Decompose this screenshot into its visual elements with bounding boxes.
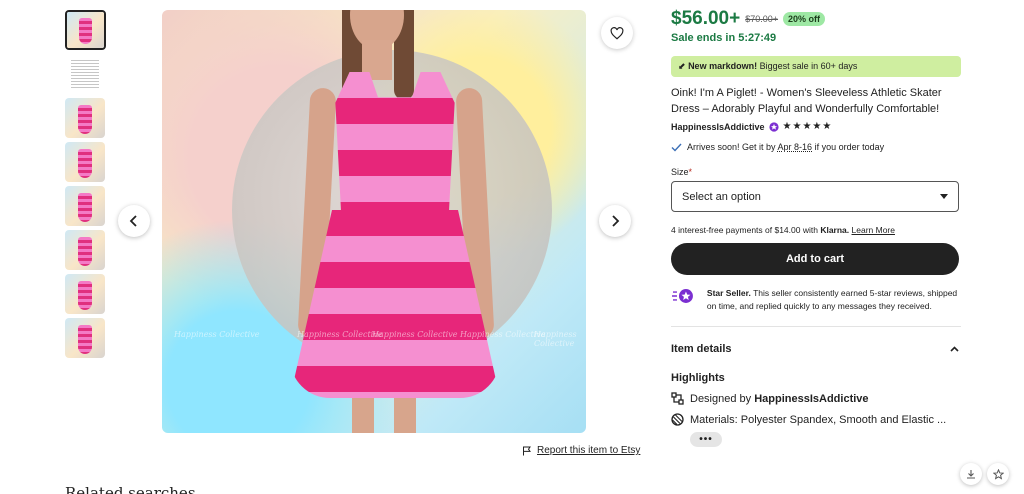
delivery-dates[interactable]: Apr 8-16 — [778, 142, 813, 152]
checkmark-icon — [671, 143, 682, 152]
star-icon — [992, 468, 1004, 480]
heart-icon — [610, 26, 624, 40]
tag-icon: ⬋ — [678, 61, 686, 71]
markdown-banner: ⬋ New markdown! Biggest sale in 60+ days — [671, 56, 961, 77]
star-seller-badge-icon — [768, 121, 779, 132]
thumbnail-list — [65, 10, 107, 362]
caret-down-icon — [940, 194, 948, 199]
sale-price: $56.00+ — [671, 8, 741, 29]
klarna-learn-more-link[interactable]: Learn More — [852, 225, 895, 235]
item-details-heading: Item details — [671, 343, 732, 355]
highlights-heading: Highlights — [671, 372, 725, 384]
thumbnail-6[interactable] — [65, 230, 105, 270]
add-to-cart-button[interactable]: Add to cart — [671, 243, 959, 275]
watermark: Happiness Collective — [534, 330, 577, 348]
size-select[interactable]: Select an option — [671, 181, 959, 212]
thumbnail-4[interactable] — [65, 142, 105, 182]
more-button[interactable]: ••• — [690, 432, 722, 447]
divider — [671, 326, 961, 327]
next-image-button[interactable] — [599, 205, 631, 237]
rating-stars[interactable]: ★★★★★ — [783, 121, 833, 132]
klarna-text: 4 interest-free payments of $14.00 with — [671, 225, 821, 235]
designer-name: HappinessIsAddictive — [754, 392, 869, 405]
watermark: Happiness Collective — [460, 330, 546, 339]
thumbnail-2[interactable] — [65, 54, 105, 94]
delivery-estimate: Arrives soon! Get it by Apr 8-16 if you … — [671, 142, 961, 152]
price-row: $56.00+ $70.00+ 20% off — [671, 8, 961, 30]
klarna-brand: Klarna. — [820, 225, 850, 235]
materials-text: Materials: Polyester Spandex, Smooth and… — [690, 413, 947, 426]
thumbnail-8[interactable] — [65, 318, 105, 358]
watermark: Happiness Collective — [297, 330, 383, 339]
star-seller-info: Star Seller. This seller consistently ea… — [671, 287, 961, 312]
designed-by-row: Designed by HappinessIsAddictive — [671, 392, 961, 405]
main-product-image[interactable]: Happiness Collective Happiness Collectiv… — [162, 10, 586, 433]
size-label-text: Size — [671, 167, 689, 177]
materials-icon — [671, 413, 684, 426]
report-item-label: Report this item to Etsy — [537, 445, 641, 456]
bookmark-star-button[interactable] — [987, 463, 1009, 485]
required-marker: * — [688, 167, 693, 177]
favorite-button[interactable] — [601, 17, 633, 49]
related-searches-heading: Related searches — [65, 484, 196, 494]
arrives-prefix: Arrives soon! Get it by — [687, 142, 778, 152]
thumbnail-5[interactable] — [65, 186, 105, 226]
report-item-link[interactable]: Report this item to Etsy — [522, 445, 640, 456]
star-seller-description: Star Seller. This seller consistently ea… — [707, 287, 961, 312]
watermark: Happiness Collective — [372, 330, 458, 339]
item-details-toggle[interactable]: Item details — [671, 343, 959, 355]
product-title: Oink! I'm A Piglet! - Women's Sleeveless… — [671, 87, 942, 115]
seller-row: HappinessIsAddictive ★★★★★ — [671, 121, 961, 132]
chevron-up-icon — [950, 346, 959, 352]
sale-countdown: Sale ends in 5:27:49 — [671, 32, 777, 44]
chevron-right-icon — [612, 215, 620, 227]
designed-by-prefix: Designed by — [690, 392, 755, 405]
star-seller-badge-icon — [671, 289, 693, 303]
watermark: Happiness Collective — [174, 330, 260, 339]
original-price: $70.00+ — [745, 14, 779, 24]
thumbnail-3[interactable] — [65, 98, 105, 138]
chevron-left-icon — [129, 215, 137, 227]
markdown-text: Biggest sale in 60+ days — [757, 61, 858, 71]
previous-image-button[interactable] — [118, 205, 150, 237]
discount-badge: 20% off — [783, 12, 826, 26]
design-icon — [671, 392, 684, 405]
size-select-value: Select an option — [682, 190, 761, 203]
arrives-suffix: if you order today — [812, 142, 885, 152]
thumbnail-1[interactable] — [65, 10, 106, 50]
star-seller-title: Star Seller. — [706, 288, 751, 298]
download-button[interactable] — [960, 463, 982, 485]
size-label: Size* — [671, 167, 961, 177]
materials-row: Materials: Polyester Spandex, Smooth and… — [671, 413, 961, 426]
shop-name-link[interactable]: HappinessIsAddictive — [671, 122, 765, 132]
klarna-payments: 4 interest-free payments of $14.00 with … — [671, 225, 961, 235]
product-details-panel: $56.00+ $70.00+ 20% off Sale ends in 5:2… — [671, 8, 961, 447]
download-icon — [967, 470, 975, 479]
thumbnail-7[interactable] — [65, 274, 105, 314]
flag-icon — [523, 446, 531, 455]
markdown-title: New markdown! — [688, 61, 758, 71]
